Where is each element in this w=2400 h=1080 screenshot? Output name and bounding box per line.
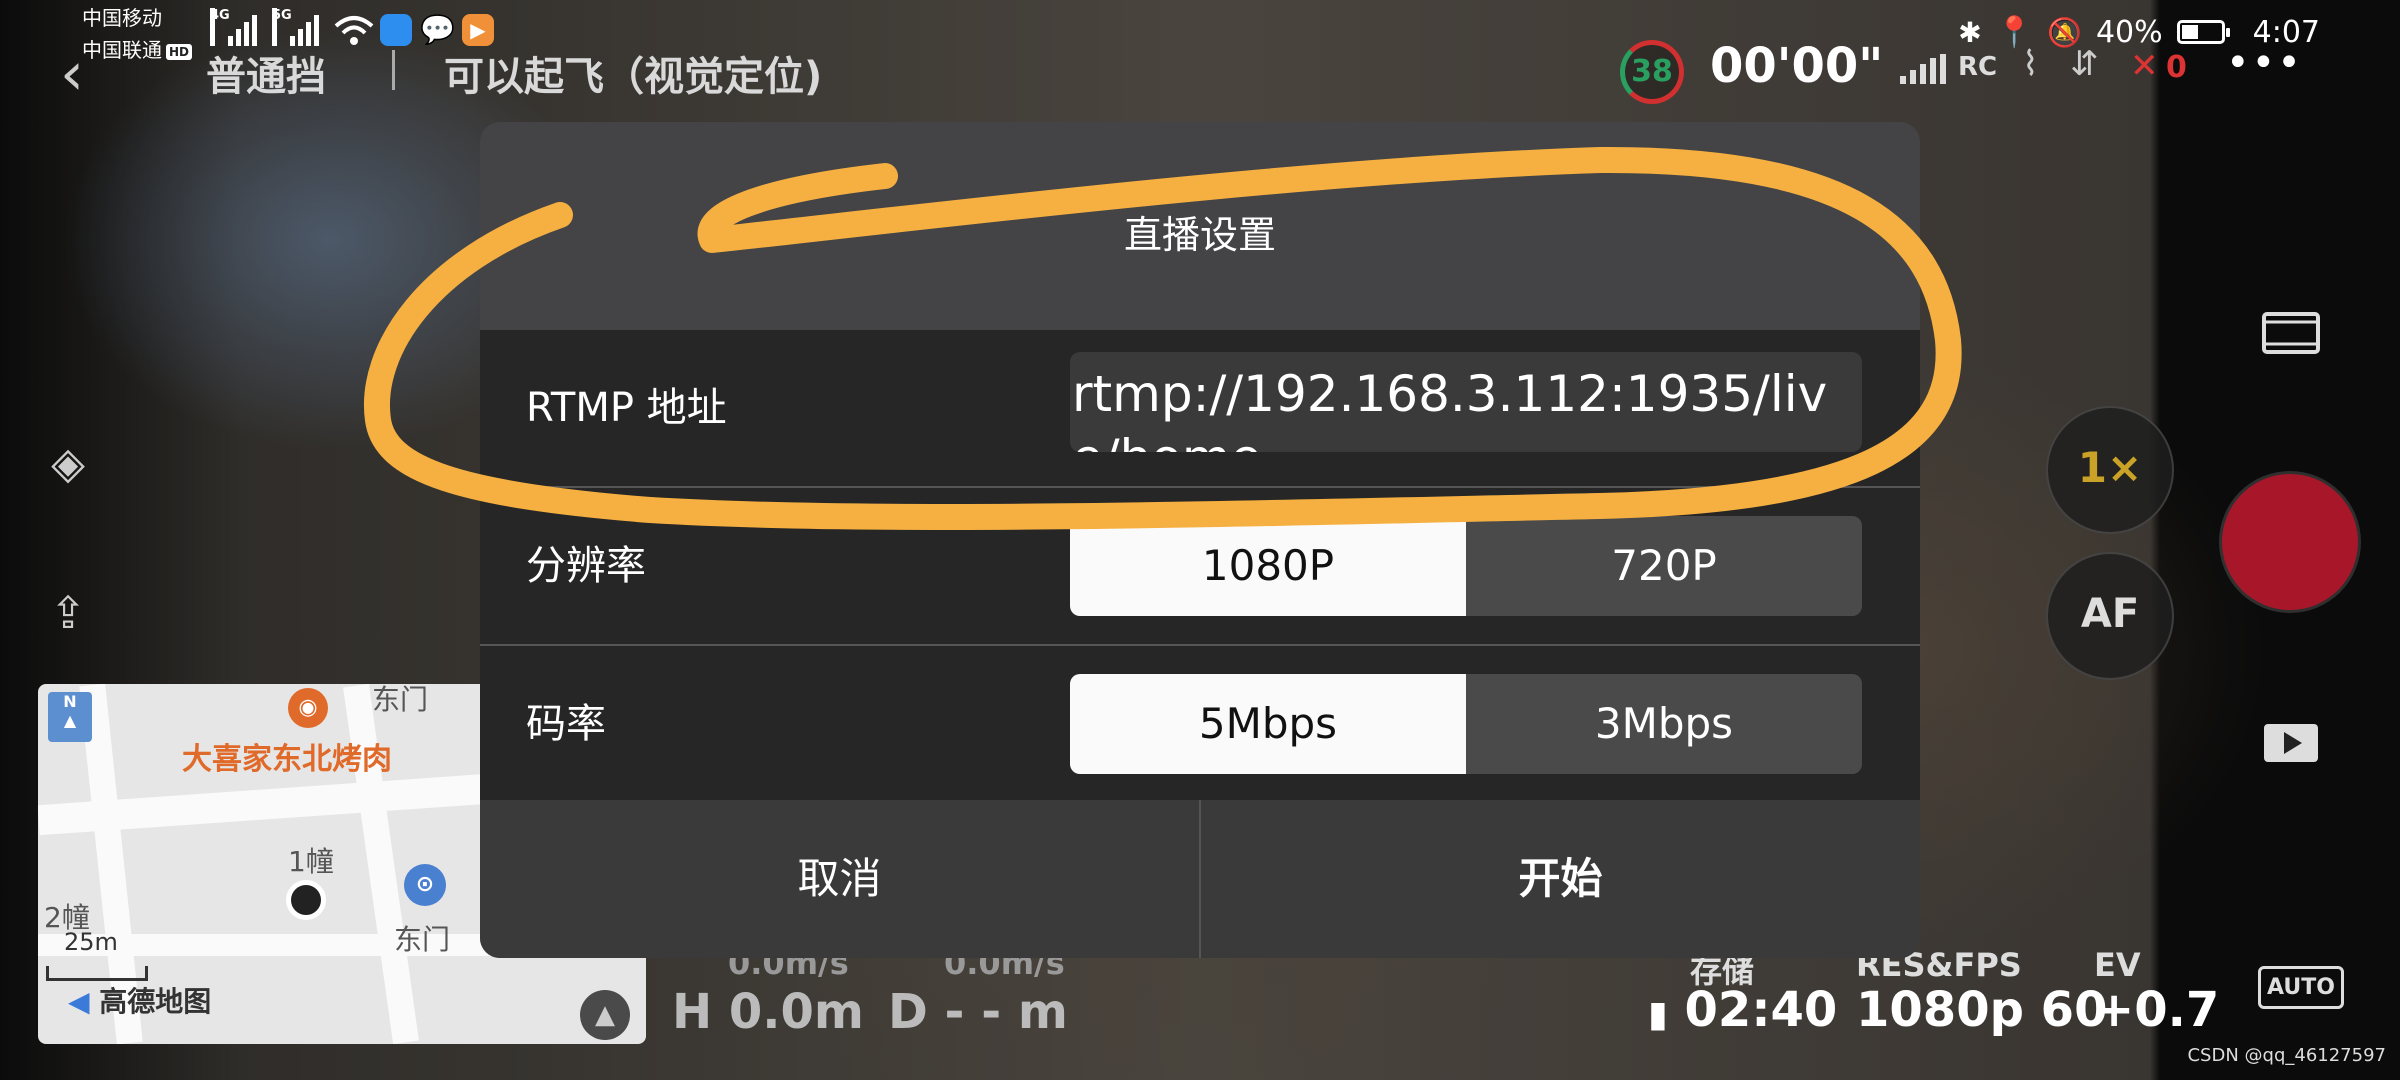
map-provider: ◀ 高德地图: [68, 985, 212, 1018]
rtmp-url-field[interactable]: rtmp://192.168.3.112:1935/live/home: [1070, 352, 1862, 452]
status-carriers: 中国移动 中国联通 HD: [82, 2, 193, 66]
hd-badge: HD: [166, 43, 193, 60]
height-readout: H 0.0m: [672, 984, 864, 1040]
intelligent-flight-icon[interactable]: ◈: [38, 434, 98, 494]
bitrate-row: 码率 5Mbps 3Mbps: [480, 646, 1920, 804]
resfps-value[interactable]: 1080p 60: [1856, 982, 2107, 1038]
rtmp-label: RTMP 地址: [526, 385, 727, 431]
map-label: 东门: [394, 923, 451, 956]
resolution-selector: 1080P 720P: [1070, 516, 1862, 616]
signal-4g-icon: 4G: [210, 8, 260, 46]
carrier-2: 中国联通: [82, 38, 162, 62]
recording-timer: 00'00": [1710, 38, 1884, 94]
dialog-title: 直播设置: [1123, 213, 1276, 257]
bus-stop-icon: ⊙: [404, 864, 446, 906]
sd-card-icon: ▮: [1648, 994, 1668, 1035]
resolution-option-1080p[interactable]: 1080P: [1070, 516, 1466, 616]
dialog-actions: 取消 开始: [480, 800, 1920, 958]
video-mode-icon[interactable]: [2262, 310, 2320, 360]
distance-readout: D - - m: [888, 984, 1068, 1040]
back-button[interactable]: ‹: [60, 44, 84, 104]
record-button[interactable]: [2222, 474, 2358, 610]
carrier-1: 中国移动: [82, 6, 162, 30]
watermark: CSDN @qq_46127597: [2187, 1045, 2386, 1066]
bitrate-selector: 5Mbps 3Mbps: [1070, 674, 1862, 774]
amap-logo-icon: ◀: [68, 985, 90, 1018]
dialog-header: 直播设置: [480, 122, 1920, 330]
rc-label: RC: [1958, 52, 1998, 82]
map-scale-bar: [46, 966, 148, 981]
map-scale-label: 25m: [64, 928, 118, 956]
flight-mode[interactable]: 普通挡: [206, 44, 326, 102]
camera-auto-button[interactable]: AUTO: [2258, 966, 2344, 1009]
obstacle-arrows-icon[interactable]: ⇵: [2070, 44, 2099, 84]
signal-5g-icon: 5G: [272, 8, 322, 46]
resolution-row: 分辨率 1080P 720P: [480, 488, 1920, 646]
wechat-icon: 💬: [420, 13, 455, 46]
zoom-button[interactable]: 1×: [2046, 406, 2174, 534]
resolution-label: 分辨率: [526, 543, 646, 589]
battery-icon: [2176, 20, 2230, 44]
map-label: 1幢: [288, 845, 334, 878]
rtmp-row: RTMP 地址 rtmp://192.168.3.112:1935/live/h…: [480, 330, 1920, 488]
map-label: 东门: [372, 684, 429, 716]
weather-app-icon: [380, 14, 412, 46]
live-stream-dialog: 直播设置 RTMP 地址 rtmp://192.168.3.112:1935/l…: [480, 122, 1920, 958]
bitrate-option-5mbps[interactable]: 5Mbps: [1070, 674, 1466, 774]
battery-percent: 40%: [2095, 14, 2163, 50]
north-arrow-icon[interactable]: ▲: [580, 990, 630, 1040]
bitrate-label: 码率: [526, 701, 606, 747]
compass-icon[interactable]: N ▲: [48, 692, 92, 742]
alert-mute-icon[interactable]: ✕: [2130, 46, 2159, 86]
map-poi: 大喜家东北烤肉: [182, 742, 392, 777]
ev-value[interactable]: +0.7: [2094, 982, 2219, 1038]
takeoff-icon[interactable]: ⇪: [38, 584, 98, 644]
start-button[interactable]: 开始: [1201, 800, 1920, 958]
restaurant-pin-icon: ◉: [288, 688, 328, 728]
rtmp-url-value: rtmp://192.168.3.112:1935/live/home: [1072, 365, 1828, 452]
divider: [392, 50, 395, 90]
more-menu-button[interactable]: •••: [2226, 40, 2303, 86]
vision-sensor-icon[interactable]: ⌇: [2022, 44, 2039, 84]
rc-signal-icon: [1900, 54, 1950, 84]
bitrate-option-3mbps[interactable]: 3Mbps: [1466, 674, 1862, 774]
autofocus-button[interactable]: AF: [2046, 552, 2174, 680]
cancel-button[interactable]: 取消: [480, 800, 1199, 958]
video-app-icon: ▶: [462, 14, 494, 46]
gps-indicator[interactable]: 38: [1620, 40, 1684, 104]
flight-status[interactable]: 可以起飞（视觉定位): [444, 44, 822, 102]
drone-position-icon: [286, 880, 326, 920]
ev-label: EV: [2094, 946, 2141, 984]
playback-icon[interactable]: [2262, 720, 2320, 770]
wifi-icon: [334, 16, 374, 45]
alert-count: 0: [2166, 50, 2187, 85]
resolution-option-720p[interactable]: 720P: [1466, 516, 1862, 616]
bluetooth-icon: ✱: [1958, 15, 1982, 49]
storage-value[interactable]: ▮ 02:40: [1648, 982, 1837, 1038]
